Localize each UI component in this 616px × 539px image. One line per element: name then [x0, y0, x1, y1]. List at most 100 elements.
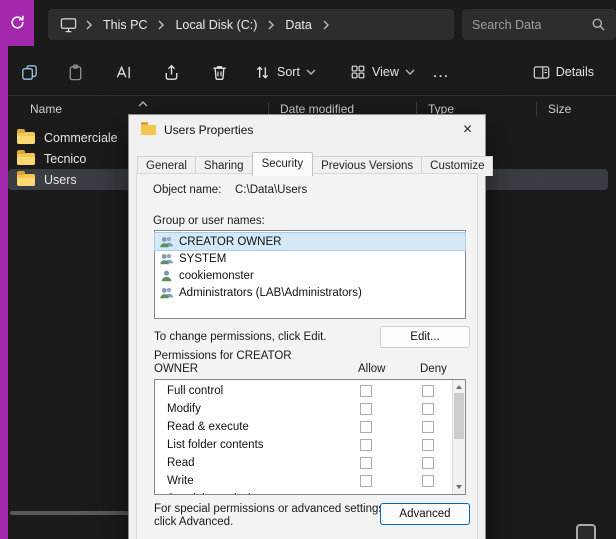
rename-button[interactable]: [108, 58, 138, 86]
dialog-title: Users Properties: [164, 123, 253, 137]
desktop-screenshot: This PC Local Disk (C:) Data: [0, 0, 616, 539]
folder-icon: [17, 132, 35, 144]
allow-checkbox[interactable]: [360, 439, 372, 451]
tab-security[interactable]: Security: [252, 152, 314, 176]
advanced-hint-line1: For special permissions or advanced sett…: [154, 503, 387, 515]
sort-label: Sort: [277, 65, 300, 79]
search-box: [462, 9, 616, 40]
permission-row-list-folder-contents[interactable]: List folder contents: [155, 436, 465, 454]
users-properties-dialog: Users Properties × General Sharing Secur…: [128, 114, 486, 539]
deny-checkbox[interactable]: [422, 475, 434, 487]
group-user-list: CREATOR OWNER SYSTEM cookiemonster: [154, 230, 466, 319]
explorer-toolbar: Sort View … Details: [8, 48, 616, 96]
sort-ascending-icon: [138, 96, 148, 110]
sort-icon: [254, 64, 271, 81]
group-icon: [159, 286, 174, 300]
delete-button[interactable]: [204, 58, 234, 86]
breadcrumb-data[interactable]: Data: [281, 16, 315, 34]
deny-checkbox[interactable]: [422, 403, 434, 415]
list-item-system[interactable]: SYSTEM: [155, 250, 465, 267]
taskbar-peek-icon[interactable]: [576, 524, 596, 539]
copy-button[interactable]: [14, 58, 44, 86]
permission-name: Write: [167, 475, 194, 487]
group-or-user-names-label: Group or user names:: [153, 215, 265, 227]
user-icon: [159, 269, 174, 283]
permission-row-full-control[interactable]: Full control: [155, 382, 465, 400]
permission-row-read[interactable]: Read: [155, 454, 465, 472]
column-header-size[interactable]: Size: [548, 102, 571, 116]
permission-name: Full control: [167, 385, 223, 397]
allow-checkbox[interactable]: [360, 475, 372, 487]
permission-name: Modify: [167, 403, 201, 415]
permission-row-write[interactable]: Write: [155, 472, 465, 490]
group-icon: [159, 235, 174, 249]
deny-checkbox[interactable]: [422, 457, 434, 469]
group-name: CREATOR OWNER: [179, 236, 281, 248]
change-permissions-text: To change permissions, click Edit.: [154, 331, 327, 343]
chevron-right-icon: [155, 20, 167, 30]
file-name: Users: [44, 173, 77, 187]
group-name: cookiemonster: [179, 270, 254, 282]
object-name-value: C:\Data\Users: [235, 184, 307, 196]
folder-icon: [17, 174, 35, 186]
advanced-button[interactable]: Advanced: [380, 503, 470, 525]
paste-button[interactable]: [60, 58, 90, 86]
search-input[interactable]: [472, 18, 591, 32]
this-pc-icon: [58, 17, 79, 33]
permissions-list: Full control Modify Read & execute List …: [154, 379, 466, 495]
file-name: Commerciale: [44, 131, 118, 145]
security-tab-panel: Object name: C:\Data\Users Group or user…: [136, 173, 478, 539]
group-name: Administrators (LAB\Administrators): [179, 287, 362, 299]
breadcrumb-local-disk-c[interactable]: Local Disk (C:): [171, 16, 261, 34]
advanced-hint-line2: click Advanced.: [154, 516, 233, 528]
view-dropdown[interactable]: View: [342, 58, 423, 86]
vertical-scrollbar[interactable]: [452, 380, 465, 494]
sort-dropdown[interactable]: Sort: [246, 58, 324, 86]
file-name: Tecnico: [44, 152, 86, 166]
permission-name: List folder contents: [167, 439, 264, 451]
list-item-cookiemonster[interactable]: cookiemonster: [155, 267, 465, 284]
deny-checkbox[interactable]: [422, 439, 434, 451]
column-divider[interactable]: [536, 102, 537, 116]
permissions-for-label-line2: OWNER: [154, 363, 198, 375]
details-label: Details: [556, 65, 594, 79]
view-label: View: [372, 65, 399, 79]
deny-column-label: Deny: [420, 363, 447, 375]
folder-icon: [141, 125, 156, 135]
breadcrumb-this-pc[interactable]: This PC: [99, 16, 151, 34]
share-button[interactable]: [156, 58, 186, 86]
allow-checkbox[interactable]: [360, 403, 372, 415]
object-name-label: Object name:: [153, 184, 221, 196]
allow-column-label: Allow: [358, 363, 385, 375]
close-button[interactable]: ×: [451, 116, 484, 144]
allow-checkbox[interactable]: [360, 457, 372, 469]
details-pane-button[interactable]: Details: [525, 58, 602, 86]
group-name: SYSTEM: [179, 253, 226, 265]
permission-row-modify[interactable]: Modify: [155, 400, 465, 418]
chevron-right-icon: [320, 20, 332, 30]
background-window-edge: [0, 0, 8, 539]
breadcrumb: This PC Local Disk (C:) Data: [48, 9, 454, 40]
permissions-for-label-line1: Permissions for CREATOR: [154, 350, 292, 362]
view-icon: [350, 64, 366, 80]
more-options-button[interactable]: …: [426, 58, 456, 86]
permission-name: Read & execute: [167, 421, 249, 433]
deny-checkbox[interactable]: [422, 421, 434, 433]
allow-checkbox[interactable]: [360, 385, 372, 397]
chevron-right-icon: [83, 20, 95, 30]
deny-checkbox[interactable]: [422, 385, 434, 397]
edit-button[interactable]: Edit...: [380, 326, 470, 348]
scroll-down-icon[interactable]: [456, 485, 462, 489]
permission-name: Special permissions: [167, 493, 269, 495]
allow-checkbox[interactable]: [360, 421, 372, 433]
refresh-icon[interactable]: [9, 14, 26, 36]
search-icon[interactable]: [591, 17, 606, 32]
permission-row-special-permissions[interactable]: Special permissions: [155, 490, 465, 495]
list-item-administrators[interactable]: Administrators (LAB\Administrators): [155, 284, 465, 301]
permission-row-read-execute[interactable]: Read & execute: [155, 418, 465, 436]
column-header-name[interactable]: Name: [30, 102, 62, 116]
list-item-creator-owner[interactable]: CREATOR OWNER: [155, 233, 465, 250]
chevron-down-icon: [306, 69, 316, 75]
scrollbar-thumb[interactable]: [454, 393, 464, 439]
scroll-up-icon[interactable]: [456, 385, 462, 389]
